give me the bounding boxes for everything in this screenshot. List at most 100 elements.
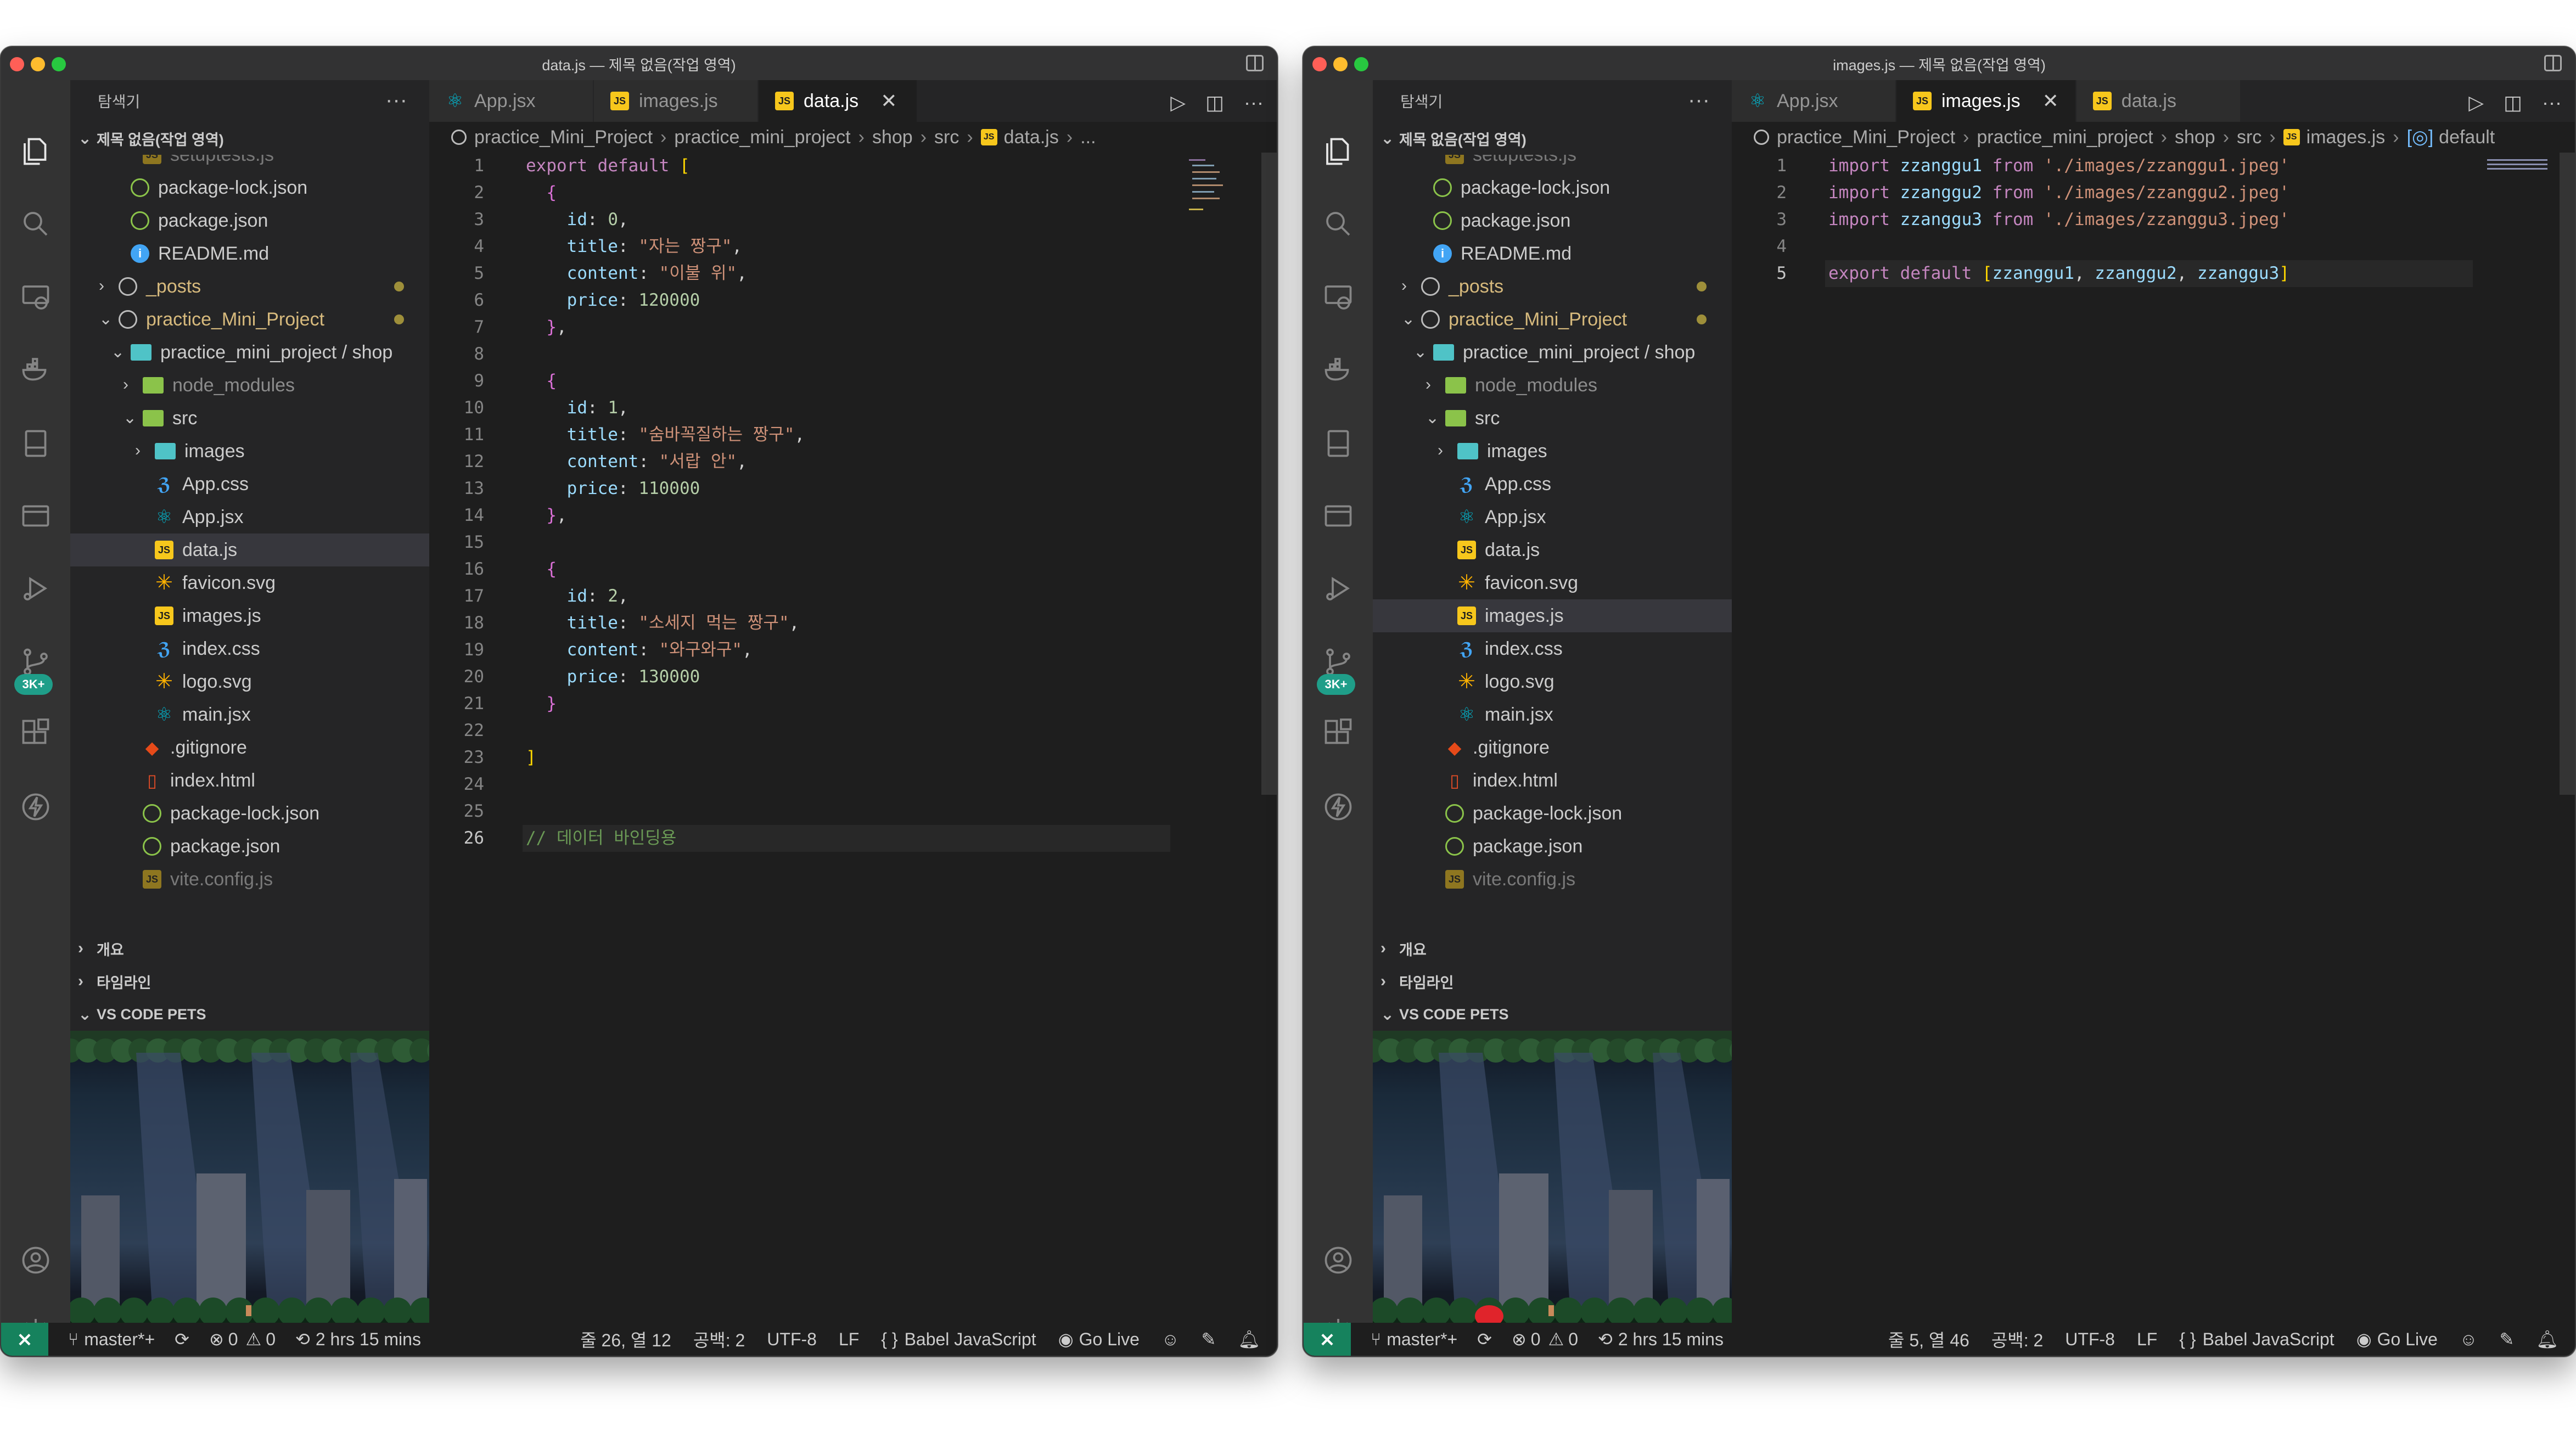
language-mode[interactable]: { } Babel JavaScript <box>881 1329 1036 1350</box>
activity-run-debug-icon[interactable] <box>1322 572 1355 605</box>
language-mode[interactable]: { } Babel JavaScript <box>2179 1329 2334 1350</box>
tree-item[interactable]: package.json <box>1373 830 1732 863</box>
breadcrumb-item[interactable]: src <box>934 127 959 148</box>
encoding[interactable]: UTF-8 <box>2065 1329 2115 1350</box>
activity-run-debug-icon[interactable] <box>19 572 52 605</box>
activity-extensions-icon[interactable] <box>19 717 52 750</box>
activity-extensions-icon[interactable] <box>1322 717 1355 750</box>
sidebar-section-1[interactable]: › 타임라인 <box>70 965 429 998</box>
remote-indicator-icon[interactable]: ⨯ <box>1 1323 48 1356</box>
indentation[interactable]: 공백: 2 <box>693 1327 745 1352</box>
tree-item[interactable]: ⚛ main.jsx <box>70 698 429 731</box>
run-icon[interactable]: ▷ <box>1170 91 1186 114</box>
tree-item[interactable]: JS data.js <box>70 533 429 566</box>
activity-panel-icon[interactable] <box>19 499 52 532</box>
layout-icon[interactable] <box>2544 55 2562 71</box>
tree-item[interactable]: ⌄ src <box>70 402 429 435</box>
minimap[interactable] <box>2487 157 2553 223</box>
sidebar-section-0[interactable]: › 개요 <box>70 932 429 965</box>
line-ending[interactable]: LF <box>839 1329 859 1350</box>
breadcrumb-item[interactable]: practice_Mini_Project <box>1777 127 1955 148</box>
more-actions-icon[interactable]: ··· <box>385 88 407 113</box>
tree-item[interactable]: JS vite.config.js <box>1373 863 1732 896</box>
more-icon[interactable]: ··· <box>1244 91 1264 114</box>
tree-item[interactable]: package-lock.json <box>70 797 429 830</box>
tab-app-jsx[interactable]: ⚛ App.jsx <box>429 80 594 122</box>
tree-item[interactable]: JS setuptests.js <box>70 155 429 171</box>
go-live-button[interactable]: ◉ Go Live <box>1058 1329 1140 1350</box>
branch-indicator[interactable]: ⑂ master*+ <box>68 1329 155 1350</box>
activity-notebook-icon[interactable] <box>19 427 52 460</box>
minimize-window-button[interactable] <box>1333 57 1348 71</box>
activity-remote-explorer-icon[interactable] <box>1322 281 1355 314</box>
sidebar-section-2[interactable]: ⌄ VS CODE PETS <box>70 998 429 1031</box>
line-ending[interactable]: LF <box>2137 1329 2157 1350</box>
tree-item[interactable]: › images <box>1373 435 1732 468</box>
tree-item[interactable]: ⌄ practice_Mini_Project <box>1373 303 1732 336</box>
activity-search-icon[interactable] <box>19 207 52 240</box>
breadcrumb-item[interactable]: data.js <box>1004 127 1059 148</box>
tree-item[interactable]: package.json <box>70 830 429 863</box>
tree-item[interactable]: JS vite.config.js <box>70 863 429 896</box>
sidebar-section-2[interactable]: ⌄ VS CODE PETS <box>1373 998 1732 1031</box>
breadcrumb-item[interactable]: src <box>2237 127 2261 148</box>
activity-search-icon[interactable] <box>1322 207 1355 240</box>
branch-indicator[interactable]: ⑂ master*+ <box>1371 1329 1457 1350</box>
tree-item[interactable]: ℨindex.css <box>70 632 429 665</box>
tree-item[interactable]: › _posts <box>1373 270 1732 303</box>
tree-item[interactable]: ✳ logo.svg <box>70 665 429 698</box>
maximize-window-button[interactable] <box>52 57 66 71</box>
activity-panel-icon[interactable] <box>1322 499 1355 532</box>
minimap[interactable] <box>1189 157 1255 223</box>
activity-docker-icon[interactable] <box>1322 353 1355 386</box>
tree-item[interactable]: › _posts <box>70 270 429 303</box>
breadcrumb-item[interactable]: default <box>2439 127 2495 148</box>
code-editor[interactable]: 1 import zzanggu1 from './images/zzanggu1… <box>1732 153 2547 287</box>
tree-item[interactable]: ℨindex.css <box>1373 632 1732 665</box>
activity-docker-icon[interactable] <box>19 353 52 386</box>
tree-item[interactable]: package-lock.json <box>70 171 429 204</box>
tree-item[interactable]: JS images.js <box>1373 599 1732 632</box>
workspace-section-header[interactable]: ⌄ 제목 없음(작업 영역) <box>1373 122 1732 155</box>
feedback-icon[interactable]: ✎ <box>2500 1329 2515 1350</box>
problems-indicator[interactable]: ⊗ 0 ⚠ 0 <box>209 1329 276 1350</box>
tree-item[interactable]: ◆ .gitignore <box>1373 731 1732 764</box>
tree-item[interactable]: ◆ .gitignore <box>70 731 429 764</box>
sync-icon[interactable]: ⟳ <box>1477 1329 1492 1350</box>
copilot-icon[interactable]: ☺ <box>2460 1329 2478 1350</box>
cursor-position[interactable]: 줄 26, 열 12 <box>580 1327 671 1352</box>
tree-item[interactable]: ⚛ App.jsx <box>1373 501 1732 533</box>
problems-indicator[interactable]: ⊗ 0 ⚠ 0 <box>1512 1329 1578 1350</box>
breadcrumb-item[interactable]: shop <box>872 127 913 148</box>
bell-icon[interactable]: 🔔︎ <box>2536 1329 2558 1350</box>
close-window-button[interactable] <box>10 57 24 71</box>
tree-item[interactable]: ✳ favicon.svg <box>70 566 429 599</box>
code-editor[interactable]: 1 export default [2 {3 id: 0, 4 title: "자는… <box>429 153 1249 852</box>
activity-account[interactable] <box>1322 1244 1355 1277</box>
tree-item[interactable]: ▯ index.html <box>1373 764 1732 797</box>
tree-item[interactable]: › node_modules <box>70 369 429 402</box>
breadcrumb-item[interactable]: practice_mini_project <box>1977 127 2153 148</box>
tree-item[interactable]: ⚛ App.jsx <box>70 501 429 533</box>
breadcrumb-item[interactable]: ... <box>1080 127 1096 148</box>
vertical-scrollbar[interactable] <box>2560 153 2575 795</box>
tree-item[interactable]: ⌄ practice_mini_project / shop <box>70 336 429 369</box>
activity-notebook-icon[interactable] <box>1322 427 1355 460</box>
sidebar-section-1[interactable]: › 타임라인 <box>1373 965 1732 998</box>
close-icon[interactable]: ✕ <box>2042 89 2059 113</box>
activity-source-control-icon[interactable] <box>1322 645 1355 678</box>
tab-data-js[interactable]: JS data.js <box>2076 80 2241 122</box>
breadcrumb-item[interactable]: practice_mini_project <box>674 127 850 148</box>
tree-item[interactable]: i README.md <box>1373 237 1732 270</box>
tree-item[interactable]: package.json <box>1373 204 1732 237</box>
split-editor-icon[interactable]: ◫ <box>2504 91 2522 114</box>
close-window-button[interactable] <box>1312 57 1327 71</box>
vertical-scrollbar[interactable] <box>1261 153 1277 795</box>
remote-indicator-icon[interactable]: ⨯ <box>1304 1323 1351 1356</box>
breadcrumb-item[interactable]: images.js <box>2306 127 2386 148</box>
tree-item[interactable]: JS images.js <box>70 599 429 632</box>
activity-account[interactable] <box>19 1244 52 1277</box>
maximize-window-button[interactable] <box>1354 57 1368 71</box>
tree-item[interactable]: ℨ App.css <box>70 468 429 501</box>
indentation[interactable]: 공백: 2 <box>1991 1327 2043 1352</box>
